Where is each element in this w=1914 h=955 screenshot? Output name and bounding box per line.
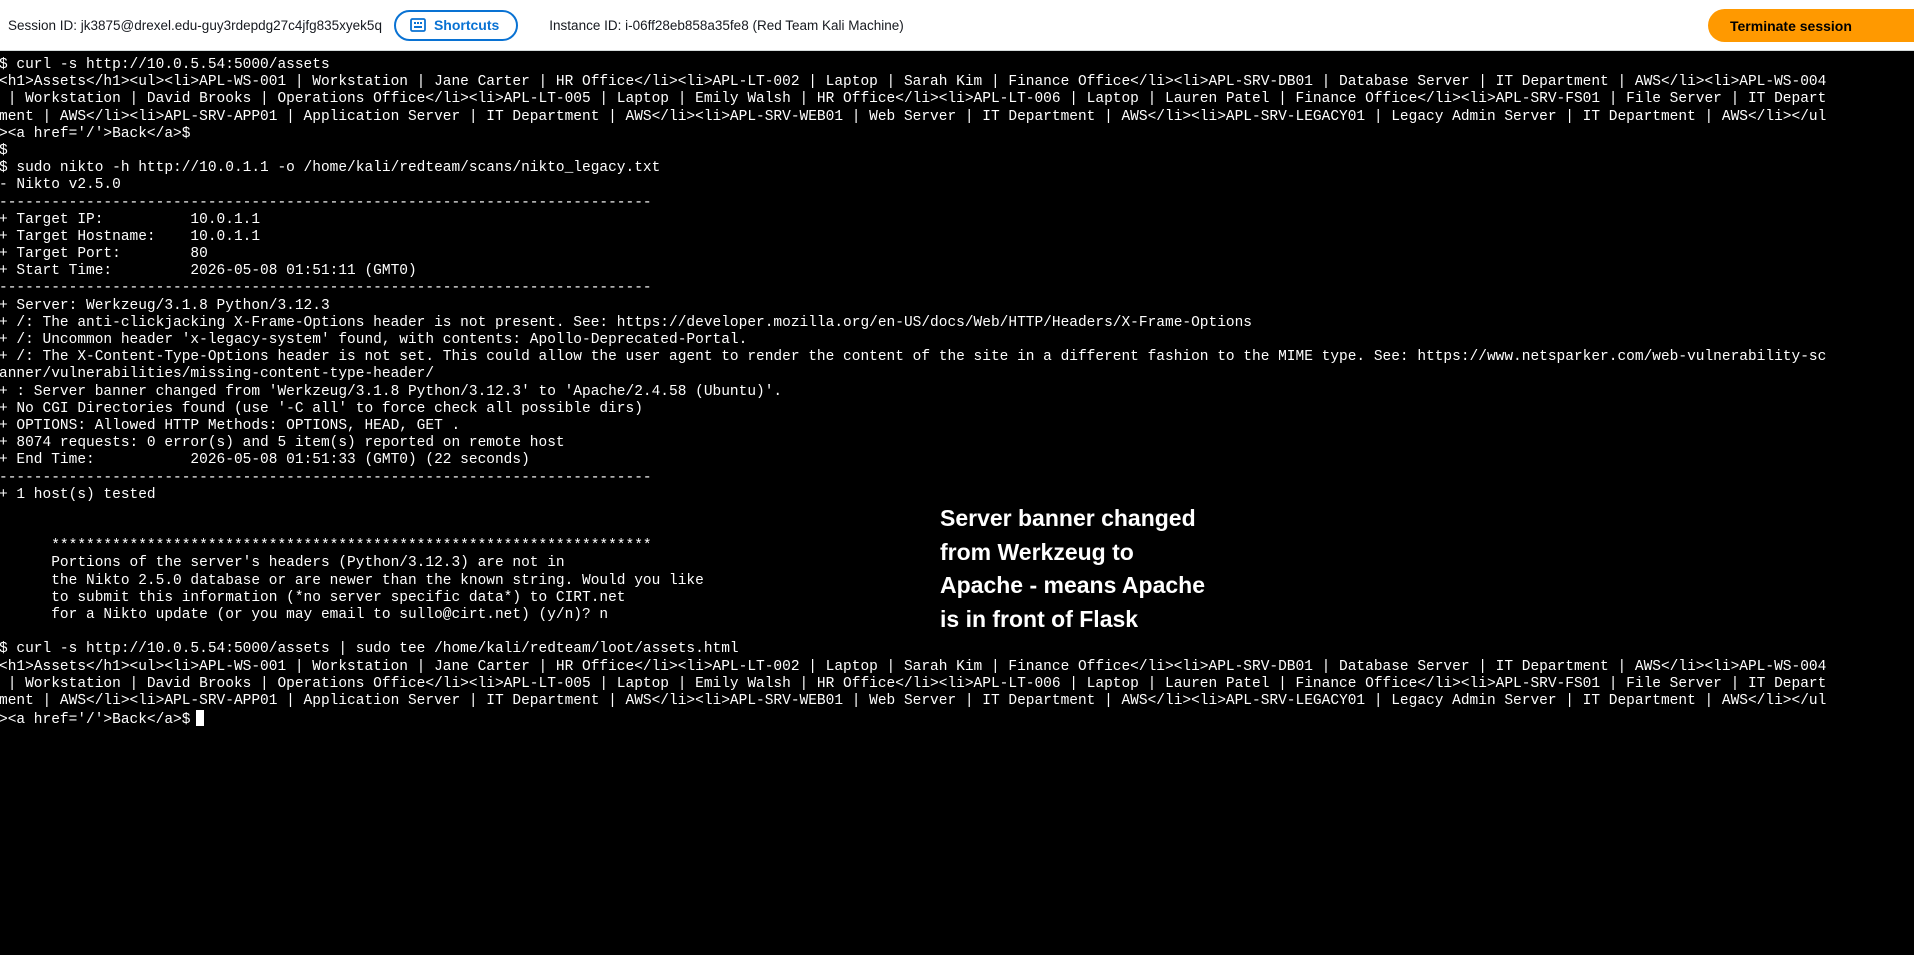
terminal-line: + Target Port: 80 bbox=[0, 246, 208, 263]
terminal-line: <h1>Assets</h1><ul><li>APL-WS-001 | Work… bbox=[0, 74, 1827, 91]
terminal-line: + 8074 requests: 0 error(s) and 5 item(s… bbox=[0, 435, 565, 452]
terminal-line: ----------------------------------------… bbox=[0, 280, 652, 297]
terminal-line: + End Time: 2026-05-08 01:51:33 (GMT0) (… bbox=[0, 452, 530, 469]
terminal-line: anner/vulnerabilities/missing-content-ty… bbox=[0, 366, 435, 383]
terminal-line: $ curl -s http://10.0.5.54:5000/assets bbox=[0, 57, 330, 73]
terminal-line: + OPTIONS: Allowed HTTP Methods: OPTIONS… bbox=[0, 417, 461, 434]
terminal-line: + /: The X-Content-Type-Options header i… bbox=[0, 349, 1827, 366]
annotation-note: Server banner changed from Werkzeug to A… bbox=[940, 502, 1240, 636]
terminal-line: + Start Time: 2026-05-08 01:51:11 (GMT0) bbox=[0, 263, 417, 280]
terminal-window[interactable]: $ curl -s http://10.0.5.54:5000/assets <h… bbox=[0, 52, 1914, 955]
terminal-line: + /: Uncommon header 'x-legacy-system' f… bbox=[0, 332, 748, 348]
terminal-line: + Target IP: 10.0.1.1 bbox=[0, 211, 261, 228]
terminal-line: $ curl -s http://10.0.5.54:5000/assets |… bbox=[0, 641, 739, 658]
terminal-line: ment | AWS</li><li>APL-SRV-APP01 | Appli… bbox=[0, 692, 1827, 709]
annotation-line: Apache - means Apache bbox=[940, 572, 1206, 598]
session-header: Session ID: jk3875@drexel.edu-guy3rdepdg… bbox=[0, 0, 1914, 51]
terminal-line: <h1>Assets</h1><ul><li>APL-WS-001 | Work… bbox=[0, 658, 1827, 675]
annotation-line: Server banner changed bbox=[940, 505, 1196, 531]
terminal-prompt-line: ><a href='/'>Back</a>$ bbox=[0, 710, 1914, 727]
terminal-line: - Nikto v2.5.0 bbox=[0, 177, 121, 194]
terminal-line: + Server: Werkzeug/3.1.8 Python/3.12.3 bbox=[0, 297, 330, 314]
terminal-line: + No CGI Directories found (use '-C all'… bbox=[0, 400, 643, 417]
terminal-line: ><a href='/'>Back</a>$ bbox=[0, 125, 191, 142]
terminal-line: $ bbox=[0, 142, 8, 159]
terminal-line: | Workstation | David Brooks | Operation… bbox=[0, 91, 1827, 108]
instance-id-label: Instance ID: i-06ff28eb858a35fe8 (Red Te… bbox=[549, 17, 904, 33]
shortcuts-button[interactable]: Shortcuts bbox=[393, 9, 519, 41]
terminate-session-button[interactable]: Terminate session bbox=[1708, 9, 1914, 42]
shortcuts-label: Shortcuts bbox=[433, 17, 500, 33]
terminal-line: ment | AWS</li><li>APL-SRV-APP01 | Appli… bbox=[0, 108, 1827, 125]
terminal-line: | Workstation | David Brooks | Operation… bbox=[0, 675, 1827, 692]
terminal-line: ----------------------------------------… bbox=[0, 194, 652, 211]
annotation-line: from Werkzeug to bbox=[940, 538, 1134, 565]
terminal-line: ----------------------------------------… bbox=[0, 469, 652, 486]
terminal-line: + /: The anti-clickjacking X-Frame-Optio… bbox=[0, 314, 1253, 331]
keyboard-icon bbox=[410, 18, 426, 32]
terminal-line: $ sudo nikto -h http://10.0.1.1 -o /home… bbox=[0, 160, 661, 177]
terminal-line: + : Server banner changed from 'Werkzeug… bbox=[0, 383, 783, 400]
annotation-line: is in front of Flask bbox=[940, 605, 1139, 632]
terminal-cursor bbox=[196, 710, 205, 727]
terminal-prompt: ><a href='/'>Back</a>$ bbox=[0, 712, 191, 728]
session-id-label: Session ID: jk3875@drexel.edu-guy3rdepdg… bbox=[8, 17, 382, 33]
terminal-line: + Target Hostname: 10.0.1.1 bbox=[0, 228, 261, 245]
